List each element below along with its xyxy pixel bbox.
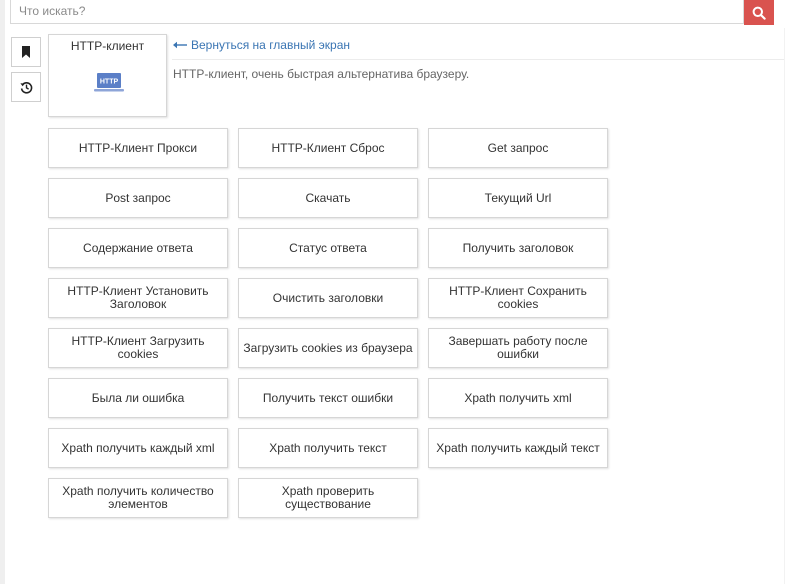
http-icon-text: HTTP: [100, 79, 119, 86]
search-button[interactable]: [744, 0, 774, 25]
action-response-content[interactable]: Содержание ответа: [48, 228, 228, 268]
action-xpath-get-each-text[interactable]: Xpath получить каждый текст: [428, 428, 608, 468]
action-current-url[interactable]: Текущий Url: [428, 178, 608, 218]
action-post-request[interactable]: Post запрос: [48, 178, 228, 218]
action-was-error[interactable]: Была ли ошибка: [48, 378, 228, 418]
action-xpath-get-xml[interactable]: Xpath получить xml: [428, 378, 608, 418]
module-title: HTTP-клиент: [70, 39, 145, 53]
action-load-cookies[interactable]: HTTP-Клиент Загрузить cookies: [48, 328, 228, 368]
search-icon: [752, 6, 766, 20]
action-save-cookies[interactable]: HTTP-Клиент Сохранить cookies: [428, 278, 608, 318]
action-response-status[interactable]: Статус ответа: [238, 228, 418, 268]
module-description: HTTP-клиент, очень быстрая альтернатива …: [173, 67, 470, 81]
module-card[interactable]: HTTP-клиент HTTP: [48, 34, 167, 117]
action-xpath-get-each-xml[interactable]: Xpath получить каждый xml: [48, 428, 228, 468]
arrow-left-icon: [173, 41, 187, 49]
action-xpath-count-elements[interactable]: Xpath получить количество элементов: [48, 478, 228, 518]
http-laptop-icon: HTTP: [94, 73, 124, 92]
action-xpath-check-exists[interactable]: Xpath проверить существование: [238, 478, 418, 518]
action-download[interactable]: Скачать: [238, 178, 418, 218]
back-to-home-link[interactable]: Вернуться на главный экран: [173, 38, 350, 52]
left-edge-strip: [0, 0, 5, 584]
action-http-client-proxy[interactable]: HTTP-Клиент Прокси: [48, 128, 228, 168]
right-divider: [784, 28, 785, 584]
action-get-request[interactable]: Get запрос: [428, 128, 608, 168]
back-link-label: Вернуться на главный экран: [191, 38, 350, 52]
action-xpath-get-text[interactable]: Xpath получить текст: [238, 428, 418, 468]
history-icon: [19, 81, 32, 94]
action-set-header[interactable]: HTTP-Клиент Установить Заголовок: [48, 278, 228, 318]
search-input[interactable]: [19, 2, 719, 20]
action-grid: HTTP-Клиент Прокси HTTP-Клиент Сброс Get…: [48, 128, 608, 518]
action-load-browser-cookies[interactable]: Загрузить cookies из браузера: [238, 328, 418, 368]
action-stop-on-error[interactable]: Завершать работу после ошибки: [428, 328, 608, 368]
header-divider: [172, 59, 784, 60]
history-button[interactable]: [11, 72, 41, 102]
action-clear-headers[interactable]: Очистить заголовки: [238, 278, 418, 318]
bookmark-icon: [22, 46, 30, 58]
search-bar: [10, 0, 744, 24]
bookmark-button[interactable]: [11, 37, 41, 67]
action-http-client-reset[interactable]: HTTP-Клиент Сброс: [238, 128, 418, 168]
action-get-header[interactable]: Получить заголовок: [428, 228, 608, 268]
action-get-error-text[interactable]: Получить текст ошибки: [238, 378, 418, 418]
